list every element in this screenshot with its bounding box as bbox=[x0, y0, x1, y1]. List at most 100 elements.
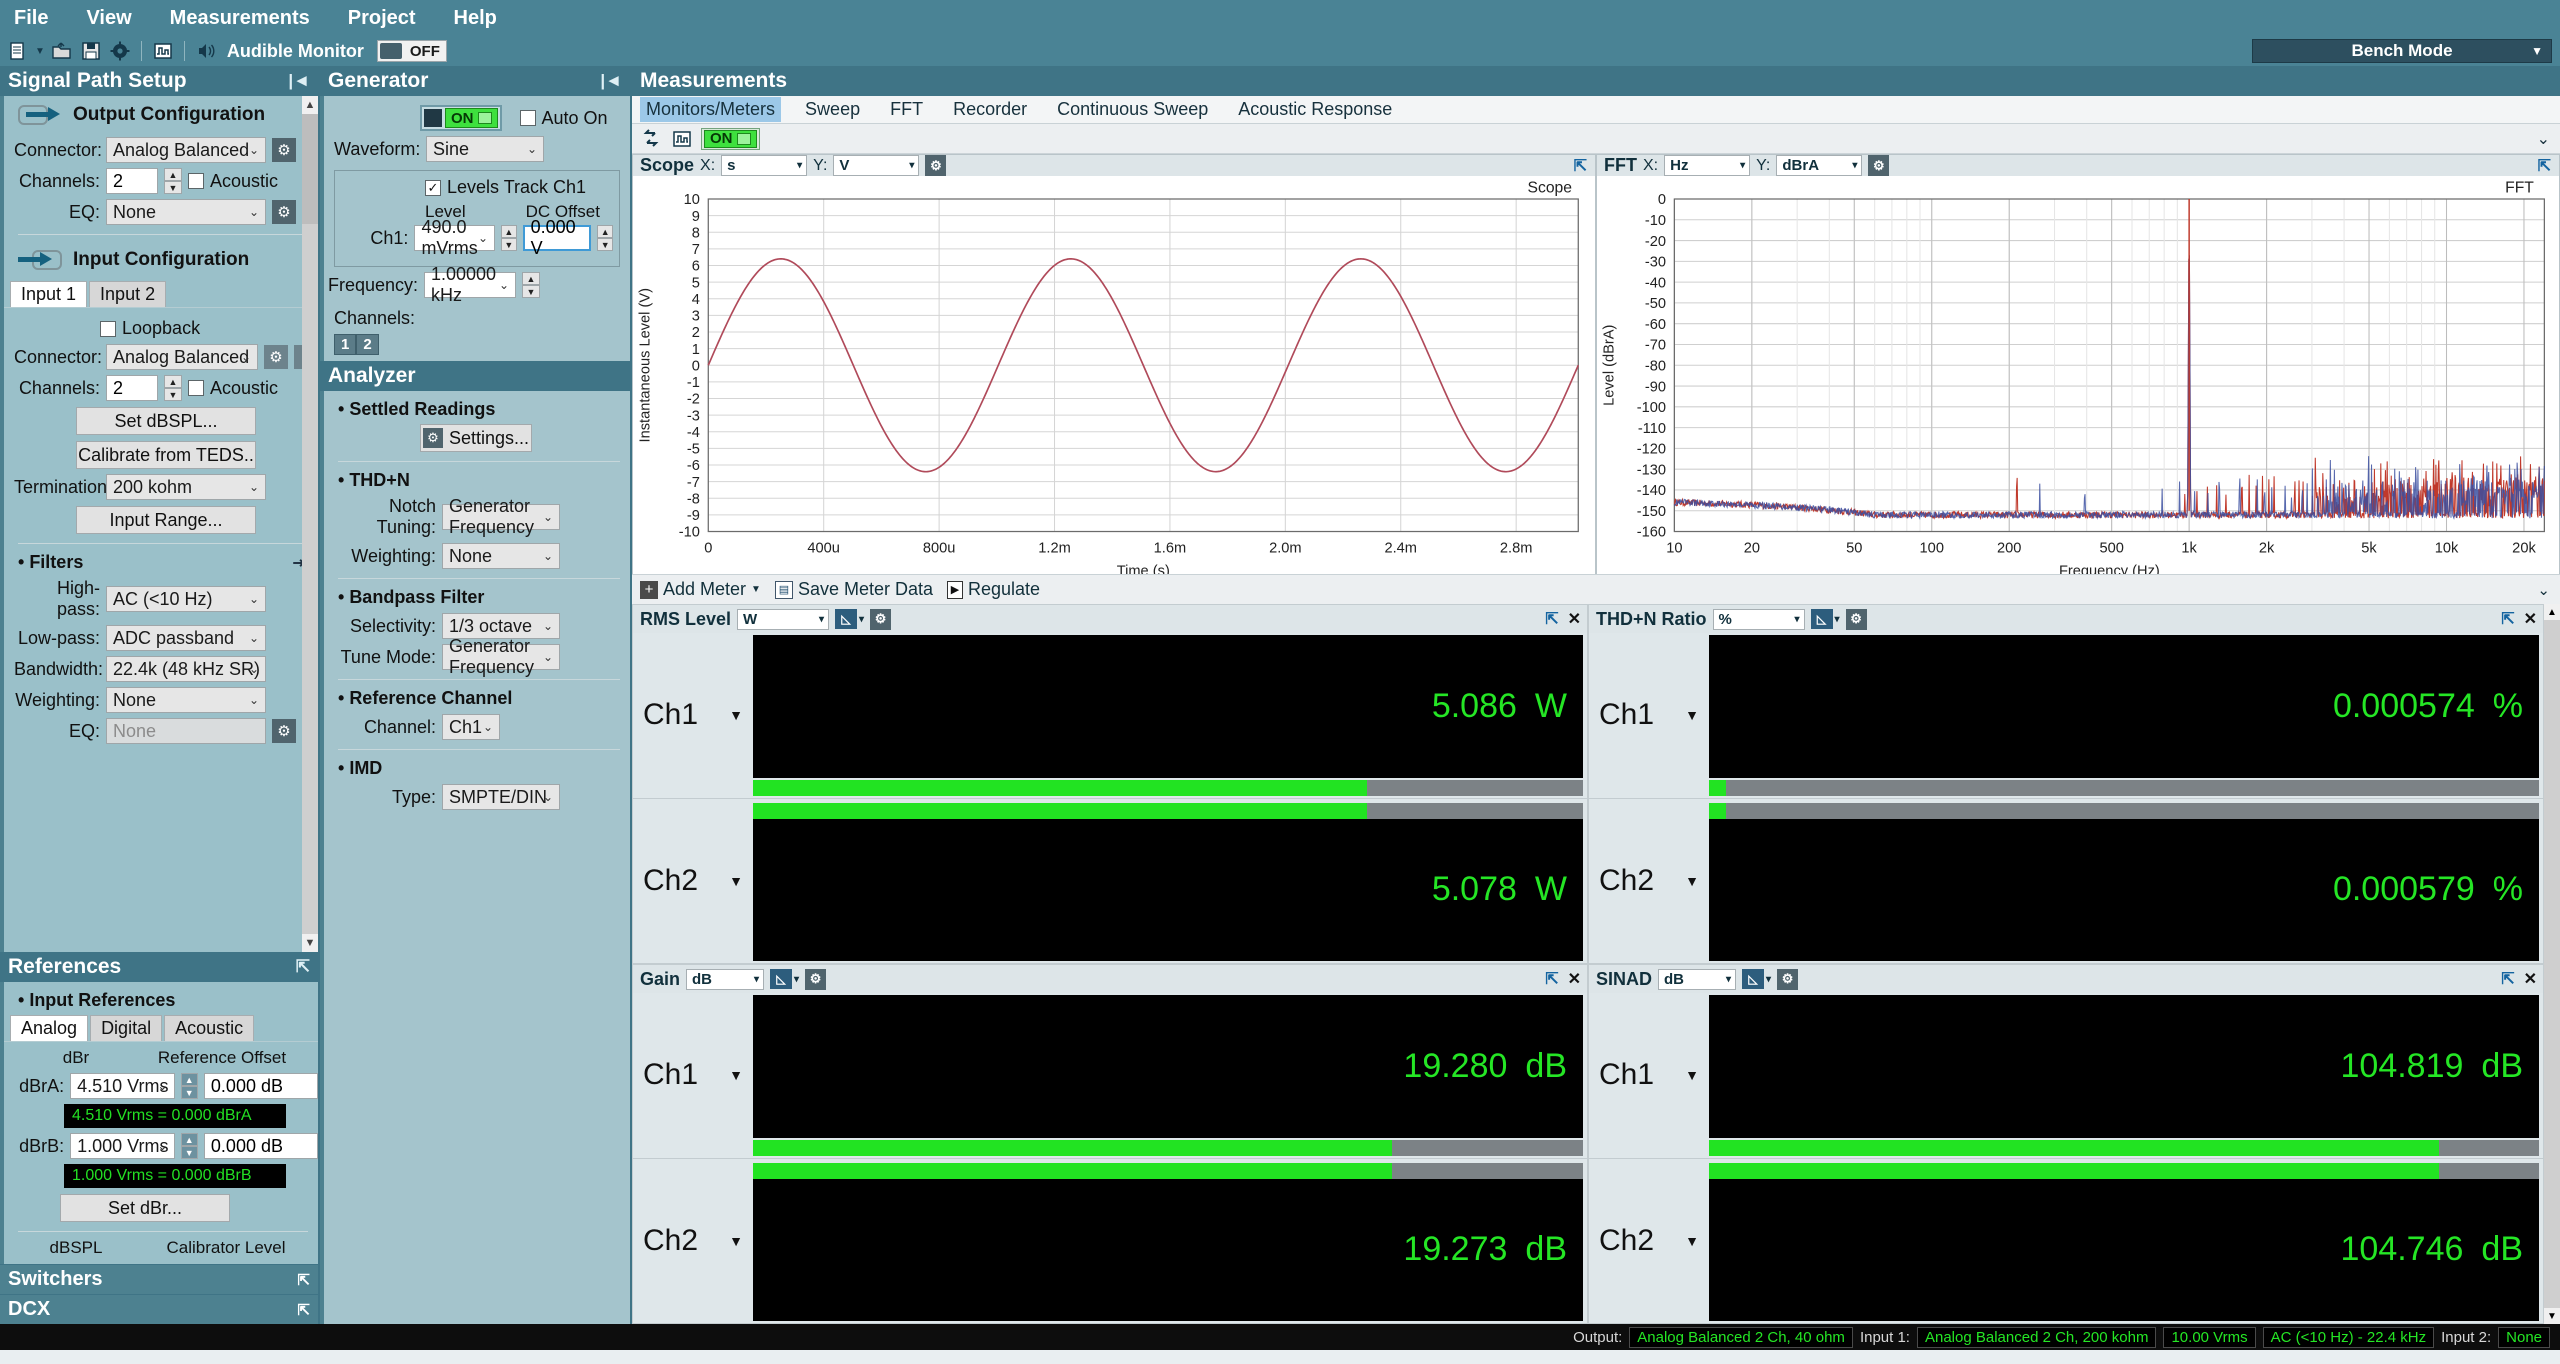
meter-thdn-ratio-close-icon[interactable]: ✕ bbox=[2524, 609, 2537, 629]
stepper-down-icon[interactable]: ▼ bbox=[164, 181, 182, 194]
input-termination-select[interactable]: 200 kohm ⌄ bbox=[106, 474, 266, 500]
settled-readings-settings-button[interactable]: ⚙ Settings... bbox=[420, 424, 532, 452]
fft-settings-gear-icon[interactable]: ⚙ bbox=[1868, 155, 1890, 176]
scrollbar-thumb[interactable] bbox=[302, 114, 318, 224]
meter-sinad-settings-gear-icon[interactable]: ⚙ bbox=[1777, 968, 1799, 990]
fft-y-unit-select[interactable]: dBrA ▾ bbox=[1776, 155, 1863, 176]
meter-gain-close-icon[interactable]: ✕ bbox=[1568, 969, 1581, 989]
dcx-panel-header[interactable]: DCX ⇱ bbox=[0, 1294, 318, 1324]
audible-monitor-toggle[interactable]: OFF bbox=[376, 40, 447, 62]
meter-rms-ch2-selector[interactable]: Ch2 ▼ bbox=[633, 799, 753, 964]
collapse-panel-icon[interactable]: |◄ bbox=[288, 71, 310, 91]
meter-sinad-close-icon[interactable]: ✕ bbox=[2524, 969, 2537, 989]
scroll-down-icon[interactable]: ▼ bbox=[2544, 1308, 2560, 1324]
ch1-dc-offset-input[interactable]: 0.000 V bbox=[522, 217, 592, 258]
generator-on-indicator[interactable]: ON bbox=[445, 108, 498, 128]
waveform-select[interactable]: Sine ⌄ bbox=[426, 136, 544, 162]
scope-popout-icon[interactable]: ⇱ bbox=[1574, 156, 1587, 176]
frequency-stepper[interactable]: ▲ ▼ bbox=[522, 272, 540, 298]
scope-y-unit-select[interactable]: V ▾ bbox=[833, 155, 920, 176]
stepper-up-icon[interactable]: ▲ bbox=[180, 1133, 198, 1146]
tab-continuous-sweep[interactable]: Continuous Sweep bbox=[1051, 97, 1214, 122]
tab-acoustic-response[interactable]: Acoustic Response bbox=[1232, 97, 1398, 122]
save-meter-data-button[interactable]: ▤ Save Meter Data bbox=[774, 579, 933, 600]
measurements-toolbar-overflow-icon[interactable]: ⌄ bbox=[2537, 129, 2550, 149]
measurements-on-indicator[interactable]: ON bbox=[704, 129, 757, 148]
output-connector-settings-gear-icon[interactable]: ⚙ bbox=[272, 138, 296, 162]
meter-rms-level-settings-gear-icon[interactable]: ⚙ bbox=[870, 608, 892, 630]
tab-input-2[interactable]: Input 2 bbox=[89, 281, 167, 307]
thdn-weighting-select[interactable]: None ⌄ bbox=[442, 543, 560, 569]
menu-item-project[interactable]: Project bbox=[348, 7, 416, 30]
output-eq-settings-gear-icon[interactable]: ⚙ bbox=[272, 200, 296, 224]
highpass-select[interactable]: AC (<10 Hz) ⌄ bbox=[106, 586, 266, 612]
input-range-button[interactable]: Input Range... bbox=[76, 506, 256, 534]
generator-collapse-icon[interactable]: |◄ bbox=[600, 71, 622, 91]
tab-fft[interactable]: FFT bbox=[884, 97, 929, 122]
ch1-level-select[interactable]: 490.0 mVrms ⌄ bbox=[414, 217, 496, 258]
dbrb-offset-input[interactable]: 0.000 dB bbox=[203, 1133, 318, 1159]
stepper-down-icon[interactable]: ▼ bbox=[522, 285, 540, 298]
frequency-select[interactable]: 1.00000 kHz ⌄ bbox=[424, 264, 516, 305]
input-connector-select[interactable]: Analog Balanced ⌄ bbox=[106, 344, 258, 370]
imd-type-select[interactable]: SMPTE/DIN ⌄ bbox=[442, 784, 560, 810]
scroll-up-icon[interactable]: ▲ bbox=[302, 96, 318, 114]
meter-rms-level-graph-icon[interactable]: ◺ ▾ bbox=[835, 609, 864, 629]
scope-plot[interactable]: Scope 10 9 8 7 6 5 4 3 2 1 0 -1 -2 -3 -4 -5 -6 -7 -8 -9 -10 0 4… bbox=[633, 176, 1595, 584]
meters-scrollbar[interactable]: ▲ ▼ bbox=[2544, 604, 2560, 1324]
references-popout-icon[interactable]: ⇱ bbox=[296, 957, 310, 977]
meter-rms-ch1-selector[interactable]: Ch1 ▼ bbox=[633, 633, 753, 798]
tab-digital[interactable]: Digital bbox=[90, 1015, 163, 1041]
meter-gain-graph-icon[interactable]: ◺ ▾ bbox=[770, 969, 799, 989]
filter-eq-select[interactable]: None bbox=[106, 718, 266, 744]
reference-channel-select[interactable]: Ch1 ⌄ bbox=[442, 714, 500, 740]
switchers-panel-header[interactable]: Switchers ⇱ bbox=[0, 1264, 318, 1294]
stepper-up-icon[interactable]: ▲ bbox=[522, 272, 540, 285]
scope-settings-gear-icon[interactable]: ⚙ bbox=[925, 155, 947, 176]
bandwidth-select[interactable]: 22.4k (48 kHz SR) ⌄ bbox=[106, 656, 266, 682]
scope-x-unit-select[interactable]: s ▾ bbox=[721, 155, 808, 176]
signal-icon[interactable] bbox=[670, 127, 694, 151]
input-loopback-checkbox[interactable] bbox=[100, 320, 116, 337]
input-channels-stepper[interactable]: ▲ ▼ bbox=[164, 375, 182, 401]
stepper-down-icon[interactable]: ▼ bbox=[164, 388, 182, 401]
speaker-icon[interactable] bbox=[194, 39, 218, 63]
meter-gain-ch2-selector[interactable]: Ch2 ▼ bbox=[633, 1159, 753, 1324]
bench-mode-selector[interactable]: Bench Mode ▼ bbox=[2252, 39, 2552, 63]
meter-sinad-unit-select[interactable]: dB ▾ bbox=[1658, 968, 1737, 990]
meter-thdn-ch1-selector[interactable]: Ch1 ▼ bbox=[1589, 633, 1709, 798]
tune-mode-select[interactable]: Generator Frequency ⌄ bbox=[442, 636, 560, 677]
stepper-up-icon[interactable]: ▲ bbox=[180, 1073, 198, 1086]
meter-rms-level-close-icon[interactable]: ✕ bbox=[1568, 609, 1581, 629]
stepper-up-icon[interactable]: ▲ bbox=[597, 225, 613, 238]
output-channels-stepper[interactable]: ▲ ▼ bbox=[164, 168, 182, 194]
tab-recorder[interactable]: Recorder bbox=[947, 97, 1033, 122]
menu-item-file[interactable]: File bbox=[14, 7, 48, 30]
tab-acoustic[interactable]: Acoustic bbox=[164, 1015, 255, 1041]
switchers-popout-icon[interactable]: ⇱ bbox=[297, 1271, 310, 1289]
set-dbspl-button[interactable]: Set dBSPL... bbox=[76, 407, 256, 435]
meter-thdn-ch2-selector[interactable]: Ch2 ▼ bbox=[1589, 799, 1709, 964]
meter-sinad-ch2-selector[interactable]: Ch2 ▼ bbox=[1589, 1159, 1709, 1324]
meter-thdn-ratio-graph-icon[interactable]: ◺ ▾ bbox=[1810, 609, 1840, 629]
notch-tuning-select[interactable]: Generator Frequency ⌄ bbox=[442, 496, 560, 537]
meter-gain-popout-icon[interactable]: ⇱ bbox=[1545, 969, 1558, 989]
tab-analog[interactable]: Analog bbox=[10, 1015, 89, 1041]
stepper-up-icon[interactable]: ▲ bbox=[164, 168, 182, 181]
dcx-popout-icon[interactable]: ⇱ bbox=[297, 1301, 310, 1319]
swap-arrows-icon[interactable] bbox=[639, 127, 663, 151]
meter-thdn-ratio-unit-select[interactable]: % ▾ bbox=[1712, 608, 1805, 630]
measurements-on-toggle[interactable]: ON bbox=[701, 127, 760, 150]
stepper-down-icon[interactable]: ▼ bbox=[180, 1086, 198, 1099]
output-eq-select[interactable]: None ⌄ bbox=[106, 199, 266, 225]
fft-plot[interactable]: FFT 0 -10 -20 -30 -40 -50 -60 -70 -80 -90 -100 -110 -… bbox=[1597, 176, 2559, 584]
meter-sinad-popout-icon[interactable]: ⇱ bbox=[2501, 969, 2514, 989]
output-connector-select[interactable]: Analog Balanced ⌄ bbox=[106, 137, 266, 163]
input-channels-input[interactable]: 2 bbox=[106, 375, 158, 401]
weighting-select[interactable]: None ⌄ bbox=[106, 687, 266, 713]
dbra-offset-input[interactable]: 0.000 dB bbox=[203, 1073, 318, 1099]
stepper-down-icon[interactable]: ▼ bbox=[180, 1146, 198, 1159]
stepper-down-icon[interactable]: ▼ bbox=[501, 238, 517, 251]
menu-item-view[interactable]: View bbox=[86, 7, 131, 30]
meter-gain-settings-gear-icon[interactable]: ⚙ bbox=[805, 968, 827, 990]
